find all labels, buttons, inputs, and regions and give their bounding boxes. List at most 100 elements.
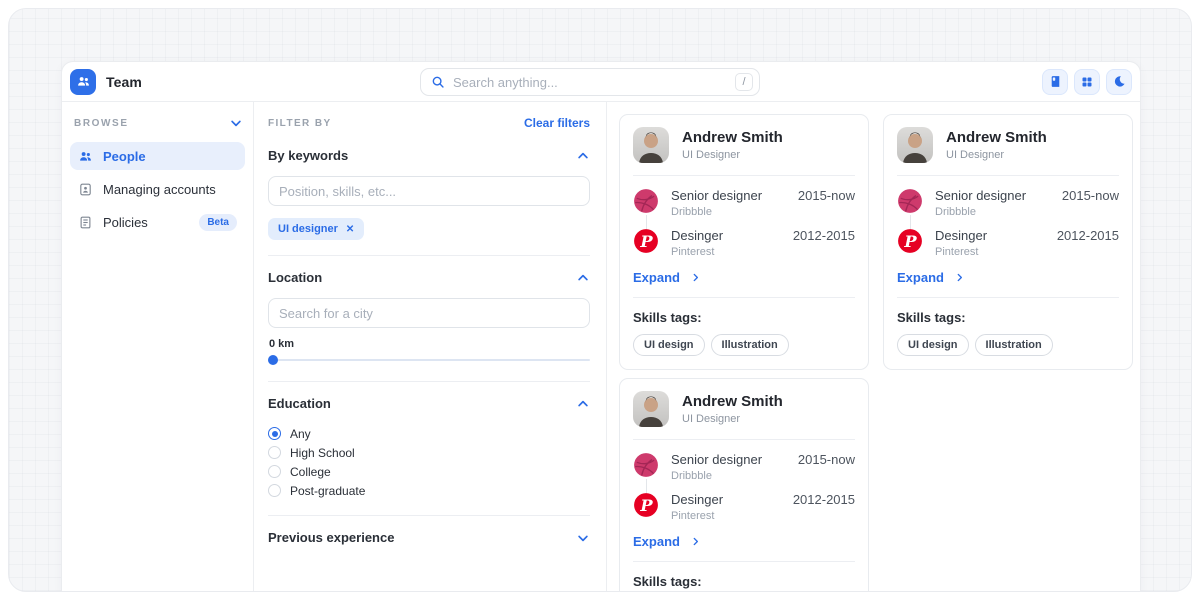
keywords-section-title: By keywords	[268, 148, 348, 163]
previous-experience-section-header[interactable]: Previous experience	[268, 530, 590, 545]
dribbble-icon	[897, 188, 923, 214]
location-section-header[interactable]: Location	[268, 270, 590, 285]
expand-link[interactable]: Expand	[897, 270, 1119, 285]
dribbble-icon	[633, 188, 659, 214]
search-input[interactable]: Search anything... /	[420, 68, 760, 96]
grid-icon	[1081, 76, 1093, 88]
id-badge-icon	[78, 182, 93, 197]
expand-link[interactable]: Expand	[633, 270, 855, 285]
filter-panel-title: FILTER BY	[268, 118, 332, 129]
education-radio-post-graduate[interactable]: Post-graduate	[268, 481, 590, 500]
avatar	[633, 391, 669, 427]
expand-link[interactable]: Expand	[633, 534, 855, 549]
position-title: Desinger	[671, 228, 781, 243]
position-period: 2015-now	[1062, 188, 1119, 203]
keyword-tag-ui-designer[interactable]: UI designer ✕	[268, 218, 364, 240]
team-people-icon	[70, 69, 96, 95]
skill-chip: Illustration	[711, 334, 789, 356]
avatar	[897, 127, 933, 163]
position-period: 2015-now	[798, 188, 855, 203]
person-card: Andrew Smith UI Designer Senior designer…	[619, 114, 869, 370]
desktop-background: Team Search anything... /	[8, 8, 1192, 592]
chevron-up-icon	[576, 397, 590, 411]
skill-chip: UI design	[897, 334, 969, 356]
person-name: Andrew Smith	[946, 129, 1047, 146]
position-title: Senior designer	[671, 188, 786, 203]
person-name: Andrew Smith	[682, 129, 783, 146]
position-title: Desinger	[671, 492, 781, 507]
chevron-down-icon	[229, 116, 243, 130]
education-radio-college[interactable]: College	[268, 462, 590, 481]
experience-timeline: Senior designer Dribbble 2015-now P Desi…	[897, 188, 1119, 258]
radio[interactable]	[268, 446, 281, 459]
position-company: Dribbble	[935, 206, 1050, 218]
education-section-title: Education	[268, 396, 331, 411]
chevron-up-icon	[576, 149, 590, 163]
location-section-title: Location	[268, 270, 322, 285]
skills-label: Skills tags:	[633, 574, 855, 589]
beta-badge: Beta	[199, 214, 237, 231]
close-icon[interactable]: ✕	[346, 224, 354, 235]
expand-label: Expand	[633, 534, 680, 549]
position-company: Pinterest	[935, 246, 1045, 258]
sidebar-item-people[interactable]: People	[70, 142, 245, 170]
experience-row-pinterest: P Desinger Pinterest 2012-2015	[633, 492, 855, 522]
sidebar-item-managing-accounts[interactable]: Managing accounts	[70, 175, 245, 203]
experience-row-dribbble: Senior designer Dribbble 2015-now	[633, 188, 855, 218]
position-company: Dribbble	[671, 470, 786, 482]
experience-timeline: Senior designer Dribbble 2015-now P Desi…	[633, 452, 855, 522]
radio-selected[interactable]	[268, 427, 281, 440]
sidebar-section-header[interactable]: BROWSE	[70, 116, 245, 130]
expand-label: Expand	[897, 270, 944, 285]
slider-thumb[interactable]	[268, 355, 278, 365]
skill-chip: UI design	[633, 334, 705, 356]
search-icon	[431, 75, 445, 89]
radio[interactable]	[268, 465, 281, 478]
sidebar-item-policies[interactable]: Policies Beta	[70, 208, 245, 236]
app-brand: Team	[70, 69, 142, 95]
svg-text:P: P	[903, 232, 917, 251]
dribbble-icon	[633, 452, 659, 478]
person-name: Andrew Smith	[682, 393, 783, 410]
book-button[interactable]	[1042, 69, 1068, 95]
education-radio-high-school[interactable]: High School	[268, 443, 590, 462]
radio[interactable]	[268, 484, 281, 497]
distance-slider[interactable]	[268, 354, 590, 366]
clear-filters-link[interactable]: Clear filters	[524, 116, 590, 130]
skills-chips: UI design Illustration	[897, 334, 1119, 356]
grid-button[interactable]	[1074, 69, 1100, 95]
person-role: UI Designer	[682, 413, 783, 425]
skill-chip: Illustration	[975, 334, 1053, 356]
person-card: Andrew Smith UI Designer Senior designer…	[619, 378, 869, 592]
svg-text:P: P	[639, 232, 653, 251]
skills-chips: UI design Illustration	[633, 334, 855, 356]
education-radio-any[interactable]: Any	[268, 424, 590, 443]
position-period: 2015-now	[798, 452, 855, 467]
experience-row-dribbble: Senior designer Dribbble 2015-now	[897, 188, 1119, 218]
chevron-up-icon	[576, 271, 590, 285]
pinterest-icon: P	[633, 228, 659, 254]
moon-icon	[1113, 75, 1126, 88]
education-section-header[interactable]: Education	[268, 396, 590, 411]
skills-label: Skills tags:	[897, 310, 1119, 325]
card-divider	[897, 175, 1119, 176]
card-divider	[633, 561, 855, 562]
policies-doc-icon	[78, 215, 93, 230]
person-role: UI Designer	[946, 149, 1047, 161]
position-period: 2012-2015	[1057, 228, 1119, 243]
position-period: 2012-2015	[793, 228, 855, 243]
section-divider	[268, 255, 590, 256]
header-actions	[1042, 69, 1132, 95]
chevron-right-icon	[954, 272, 965, 283]
page-title: Team	[106, 74, 142, 90]
people-icon	[78, 149, 93, 164]
keywords-section-header[interactable]: By keywords	[268, 148, 590, 163]
svg-text:P: P	[639, 496, 653, 515]
keywords-input[interactable]	[268, 176, 590, 206]
dark-mode-button[interactable]	[1106, 69, 1132, 95]
city-search-input[interactable]	[268, 298, 590, 328]
sidebar-item-label: People	[103, 149, 146, 164]
app-header: Team Search anything... /	[62, 62, 1140, 102]
card-divider	[897, 297, 1119, 298]
skills-label: Skills tags:	[633, 310, 855, 325]
